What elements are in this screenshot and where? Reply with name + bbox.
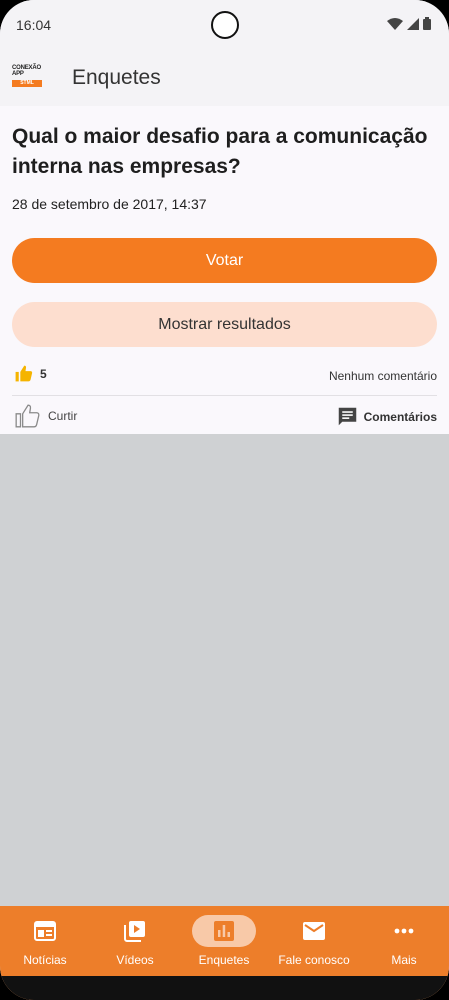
mail-icon [303,922,325,940]
likes-summary: 5 [14,364,47,383]
nav-pill-enquetes [192,915,256,947]
empty-area [0,434,449,906]
nav-pill-mais [372,915,436,947]
news-icon [34,921,56,941]
nav-label-videos: Vídeos [116,953,154,967]
logo-badge: STML [12,80,42,87]
app-bar: CONEXÃO APP STML Enquetes [0,52,449,106]
signal-icon [407,17,419,30]
nav-item-noticias[interactable]: Notícias [0,906,90,976]
nav-item-videos[interactable]: Vídeos [90,906,180,976]
bottom-navigation: Notícias Vídeos Enquetes Fale conosco Ma… [0,906,449,976]
vote-button[interactable]: Votar [12,238,437,283]
poll-card: Qual o maior desafio para a comunicação … [0,106,449,434]
nav-item-mais[interactable]: Mais [359,906,449,976]
more-icon [394,928,414,934]
comment-icon [338,407,356,426]
poll-icon [214,921,234,941]
show-results-label: Mostrar resultados [158,315,291,333]
status-bar: 16:04 [0,0,449,52]
video-library-icon [124,921,145,942]
system-icons [387,17,431,30]
status-time: 16:04 [16,17,52,33]
thumbs-up-filled-icon [15,365,33,382]
poll-date: 28 de setembro de 2017, 14:37 [12,196,207,212]
app-logo[interactable]: CONEXÃO APP STML [12,65,46,91]
like-button-label: Curtir [48,409,78,423]
gesture-bar [0,976,449,1000]
nav-label-mais: Mais [391,953,417,967]
logo-line2: APP [12,71,24,77]
comments-summary: Nenhum comentário [328,369,437,383]
nav-pill-videos [103,915,167,947]
nav-item-fale-conosco[interactable]: Fale conosco [269,906,359,976]
nav-label-noticias: Notícias [23,953,67,967]
divider [12,395,437,396]
nav-pill-noticias [13,915,77,947]
nav-label-fale-conosco: Fale conosco [278,953,350,967]
poll-question: Qual o maior desafio para a comunicação … [12,125,428,178]
like-button[interactable]: Curtir [14,402,77,430]
gesture-handle [0,976,449,1000]
phone-screen: 16:04 CONEXÃO APP STML Enquetes Qual o m… [0,0,449,1000]
nav-label-enquetes: Enquetes [198,953,250,967]
battery-icon [423,17,431,30]
comments-button-label: Comentários [363,409,437,424]
nav-item-enquetes[interactable]: Enquetes [179,906,269,976]
thumbs-up-outline-icon [15,404,40,428]
show-results-button[interactable]: Mostrar resultados [12,302,437,347]
likes-count: 5 [40,366,47,381]
camera-cutout [211,11,239,39]
comments-button[interactable]: Comentários [337,406,437,427]
wifi-icon [387,17,403,30]
nav-pill-fale-conosco [282,915,346,947]
vote-button-label: Votar [205,251,244,269]
page-title: Enquetes [72,66,161,89]
